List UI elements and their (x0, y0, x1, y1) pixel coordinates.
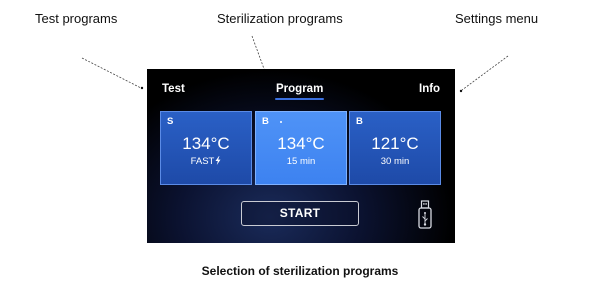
tab-info[interactable]: Info (419, 83, 440, 95)
program-detail: 30 min (380, 156, 410, 167)
program-card-s-134[interactable]: S 134°C FAST (160, 111, 252, 185)
tab-program[interactable]: Program (276, 83, 323, 95)
selection-dot (280, 121, 282, 123)
program-type-letter: S (167, 116, 174, 127)
program-type-letter: B (262, 116, 269, 127)
callout-sterilization-programs: Sterilization programs (217, 11, 343, 26)
program-detail: FAST (161, 156, 251, 167)
callout-settings-menu: Settings menu (455, 11, 539, 26)
program-temperature: 134°C (182, 134, 230, 153)
program-temperature: 134°C (277, 134, 325, 153)
program-temperature: 121°C (371, 134, 419, 153)
program-cards: S 134°C FAST B 134°C 15 min B 121°C 30 m… (160, 111, 442, 187)
program-card-b-121[interactable]: B 121°C 30 min (349, 111, 441, 185)
active-tab-indicator (275, 98, 324, 100)
start-button[interactable]: START (241, 201, 359, 226)
program-type-letter: B (356, 116, 363, 127)
program-detail-text: FAST (190, 156, 215, 167)
figure-caption: Selection of sterilization programs (201, 264, 399, 278)
callout-test-programs: Test programs (35, 11, 118, 26)
tab-test[interactable]: Test (162, 83, 185, 95)
top-nav: Test Program Info (147, 69, 455, 103)
device-screen: Test Program Info S 134°C FAST B 134°C 1… (147, 69, 455, 243)
program-detail: 15 min (286, 156, 316, 167)
usb-icon[interactable] (417, 200, 433, 230)
program-card-b-134[interactable]: B 134°C 15 min (255, 111, 347, 185)
lightning-icon (215, 156, 221, 165)
